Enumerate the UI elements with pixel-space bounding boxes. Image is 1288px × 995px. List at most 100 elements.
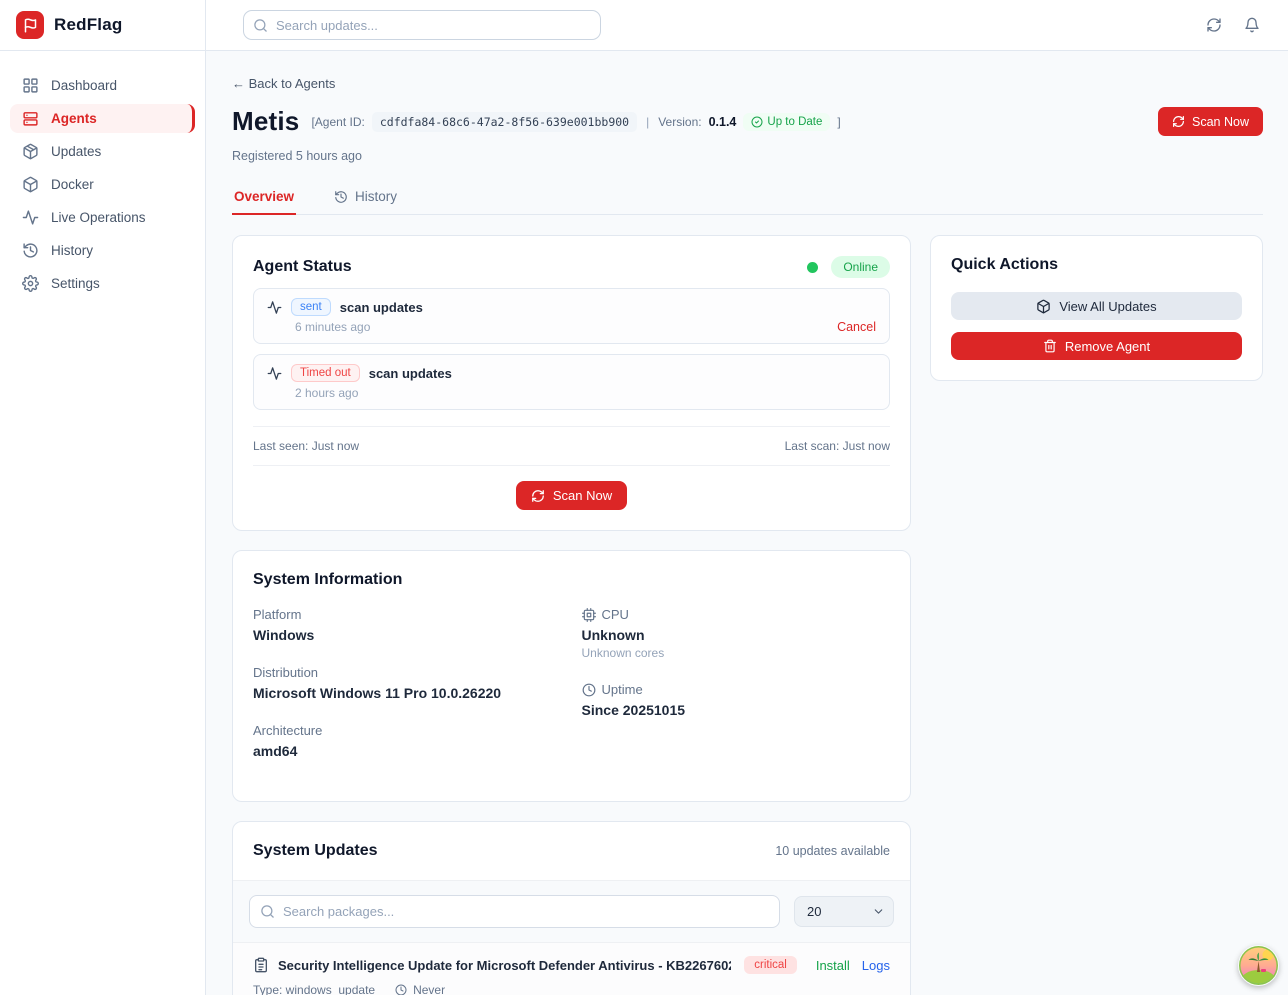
- back-to-agents-link[interactable]: ← Back to Agents: [232, 76, 335, 91]
- main-area: ← Back to Agents Metis [Agent ID: cdfdfa…: [206, 0, 1288, 995]
- sidebar-item-settings[interactable]: Settings: [10, 269, 195, 298]
- notifications-button[interactable]: [1244, 17, 1260, 33]
- page-size-select[interactable]: 20: [794, 896, 894, 927]
- sidebar-item-dashboard[interactable]: Dashboard: [10, 71, 195, 100]
- cpu-cores-value: Unknown cores: [582, 646, 891, 660]
- agent-id-label: [Agent ID:: [311, 115, 364, 129]
- online-status: Online: [807, 256, 890, 278]
- content-grid: Agent Status Online sent scan updates: [232, 235, 1263, 995]
- agent-id-value: cdfdfa84-68c6-47a2-8f56-639e001bb900: [372, 112, 637, 132]
- architecture-field: Architecture amd64: [253, 723, 562, 759]
- last-seen-text: Last seen: Just now: [253, 439, 359, 453]
- search-icon: [253, 18, 268, 33]
- update-schedule: Never: [413, 983, 445, 995]
- island-widget[interactable]: [1238, 945, 1279, 986]
- update-name: Security Intelligence Update for Microso…: [278, 958, 731, 973]
- package-search: [249, 895, 780, 928]
- bell-icon: [1244, 17, 1260, 33]
- distribution-field: Distribution Microsoft Windows 11 Pro 10…: [253, 665, 562, 701]
- system-updates-card: System Updates 10 updates available 20: [232, 821, 911, 995]
- refresh-icon: [1206, 17, 1222, 33]
- page-size-select-wrap: 20: [794, 896, 894, 927]
- sidebar-item-history[interactable]: History: [10, 236, 195, 265]
- activity-icon: [267, 300, 282, 315]
- system-info-left: Platform Windows Distribution Microsoft …: [253, 607, 562, 781]
- scan-meta-row: Last seen: Just now Last scan: Just now: [253, 426, 890, 466]
- cpu-field: CPU Unknown Unknown cores: [582, 607, 891, 660]
- refresh-button[interactable]: [1206, 17, 1222, 33]
- online-dot: [807, 262, 818, 273]
- clock-icon: [582, 683, 596, 697]
- sidebar: RedFlag Dashboard Agents Updates Docker …: [0, 0, 206, 995]
- tab-history[interactable]: History: [332, 189, 399, 214]
- uptime-value: Since 20251015: [582, 702, 891, 718]
- sidebar-item-docker[interactable]: Docker: [10, 170, 195, 199]
- system-information-title: System Information: [253, 571, 890, 589]
- cancel-event-link[interactable]: Cancel: [837, 320, 876, 334]
- uptime-label: Uptime: [602, 682, 643, 697]
- platform-value: Windows: [253, 627, 562, 643]
- trash-icon: [1043, 339, 1057, 353]
- status-event-row: Timed out scan updates 2 hours ago: [253, 354, 890, 410]
- updates-available-count: 10 updates available: [775, 844, 890, 858]
- history-icon: [22, 242, 39, 259]
- redflag-logo[interactable]: [16, 11, 44, 39]
- quick-actions-title: Quick Actions: [951, 256, 1242, 274]
- logs-link[interactable]: Logs: [862, 958, 890, 973]
- cpu-icon: [582, 608, 596, 622]
- distribution-value: Microsoft Windows 11 Pro 10.0.26220: [253, 685, 562, 701]
- architecture-label: Architecture: [253, 723, 562, 738]
- left-column: Agent Status Online sent scan updates: [232, 235, 911, 995]
- event-time: 2 hours ago: [295, 386, 358, 400]
- topbar-actions: [1206, 17, 1260, 33]
- docker-icon: [22, 176, 39, 193]
- event-action: scan updates: [369, 366, 452, 381]
- event-status-badge: Timed out: [291, 364, 360, 382]
- clipboard-icon: [253, 957, 269, 973]
- scan-now-button-card[interactable]: Scan Now: [516, 481, 627, 510]
- search-icon: [260, 904, 275, 919]
- sidebar-item-updates[interactable]: Updates: [10, 137, 195, 166]
- distribution-label: Distribution: [253, 665, 562, 680]
- update-type: Type: windows_update: [253, 983, 375, 995]
- install-link[interactable]: Install: [816, 958, 850, 973]
- agent-status-card: Agent Status Online sent scan updates: [232, 235, 911, 531]
- check-circle-icon: [751, 116, 763, 128]
- update-row: Security Intelligence Update for Microso…: [233, 943, 910, 995]
- event-action: scan updates: [340, 300, 423, 315]
- brand-header: RedFlag: [0, 0, 205, 51]
- bracket-close: ]: [837, 115, 840, 129]
- tab-overview[interactable]: Overview: [232, 189, 296, 214]
- agents-icon: [22, 110, 39, 127]
- system-info-right: CPU Unknown Unknown cores Uptime S: [582, 607, 891, 781]
- event-time: 6 minutes ago: [295, 320, 370, 334]
- flag-icon: [23, 18, 38, 33]
- sidebar-item-agents[interactable]: Agents: [10, 104, 195, 133]
- dashboard-icon: [22, 77, 39, 94]
- version-label: Version:: [658, 115, 701, 129]
- sidebar-item-live-operations[interactable]: Live Operations: [10, 203, 195, 232]
- view-all-updates-button[interactable]: View All Updates: [951, 292, 1242, 320]
- sidebar-item-label: History: [51, 243, 93, 258]
- refresh-icon: [1172, 115, 1185, 128]
- updates-icon: [22, 143, 39, 160]
- system-information-card: System Information Platform Windows Dist…: [232, 550, 911, 802]
- status-event-row: sent scan updates 6 minutes ago Cancel: [253, 288, 890, 344]
- settings-icon: [22, 275, 39, 292]
- sidebar-item-label: Agents: [51, 111, 97, 126]
- scan-now-button-header[interactable]: Scan Now: [1158, 107, 1263, 136]
- brand-name: RedFlag: [54, 15, 122, 35]
- agent-meta: [Agent ID: cdfdfa84-68c6-47a2-8f56-639e0…: [311, 112, 840, 132]
- live-operations-icon: [22, 209, 39, 226]
- registered-text: Registered 5 hours ago: [232, 149, 1263, 163]
- agent-header: Metis [Agent ID: cdfdfa84-68c6-47a2-8f56…: [232, 106, 1263, 137]
- remove-agent-button[interactable]: Remove Agent: [951, 332, 1242, 360]
- tab-bar: Overview History: [232, 189, 1263, 215]
- uptime-field: Uptime Since 20251015: [582, 682, 891, 718]
- platform-field: Platform Windows: [253, 607, 562, 643]
- online-badge: Online: [831, 256, 890, 278]
- search-packages-input[interactable]: [249, 895, 780, 928]
- search-updates-input[interactable]: [243, 10, 601, 40]
- topbar: [206, 0, 1288, 51]
- meta-divider: |: [646, 115, 649, 129]
